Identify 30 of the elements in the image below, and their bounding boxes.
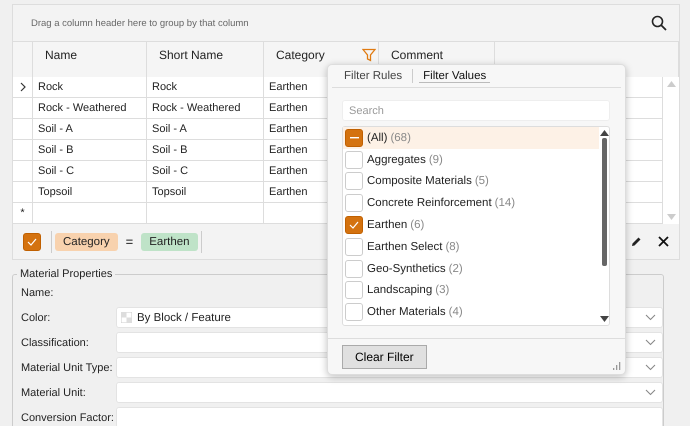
- table-cell: Earthen: [269, 102, 308, 114]
- table-cell: Rock - Weathered: [38, 102, 126, 114]
- table-cell: Earthen: [269, 165, 308, 177]
- group-title: Material Properties: [19, 268, 114, 280]
- field-label: Classification:: [21, 336, 90, 348]
- filter-field: Category: [55, 232, 118, 250]
- table-cell: Rock - Weathered: [152, 102, 240, 114]
- filter-value: Earthen: [141, 232, 198, 250]
- table-cell: Rock: [152, 81, 178, 93]
- field-label: Conversion Factor:: [21, 412, 115, 424]
- table-cell: Topsoil: [38, 186, 72, 198]
- table-cell: Earthen: [269, 144, 308, 156]
- table-cell: Soil - B: [152, 144, 188, 156]
- table-cell: Soil - A: [152, 123, 187, 135]
- table-cell: Soil - B: [38, 144, 74, 156]
- table-cell: Soil - A: [38, 123, 73, 135]
- new-row-marker: *: [20, 207, 25, 219]
- table-cell: Earthen: [269, 123, 308, 135]
- table-cell: Soil - C: [152, 165, 188, 177]
- table-cell: Soil - C: [38, 165, 74, 177]
- field-label: Name:: [21, 286, 54, 298]
- table-cell: Topsoil: [152, 186, 186, 198]
- field-label: Material Unit Type:: [21, 362, 114, 374]
- filter-operator: =: [126, 234, 134, 249]
- table-cell: Rock: [38, 81, 64, 93]
- table-cell: Earthen: [269, 81, 308, 93]
- field-label: Material Unit:: [21, 386, 87, 398]
- group-hint: Drag a column header here to group by that column: [31, 18, 249, 28]
- field-label: Color:: [21, 312, 52, 324]
- table-cell: Earthen: [269, 186, 308, 198]
